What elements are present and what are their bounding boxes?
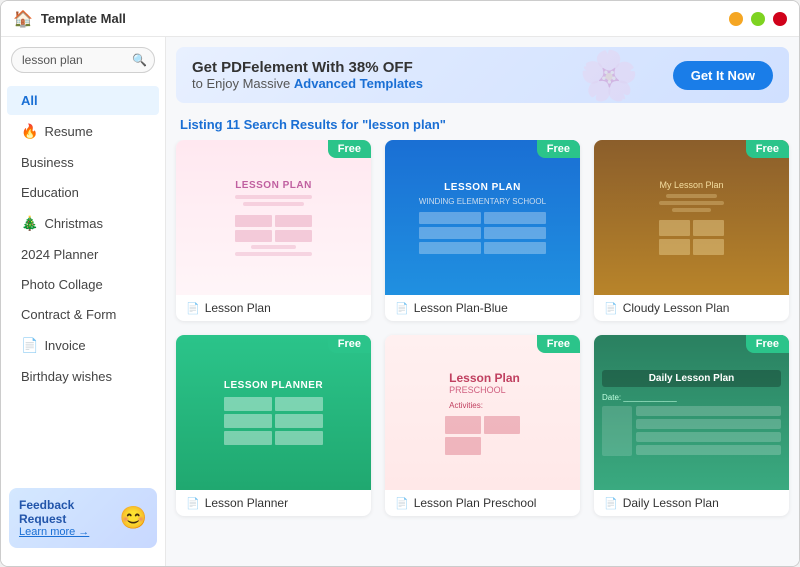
sidebar-item-christmas[interactable]: 🎄 Christmas (7, 208, 159, 239)
template-card-6[interactable]: Daily Lesson Plan Date: ____________ (594, 335, 789, 516)
card-image-2: LESSON PLAN WINDING ELEMENTARY SCHOOL (385, 140, 580, 295)
maximize-button[interactable] (751, 12, 765, 26)
preview-lesson-plan: LESSON PLAN (176, 140, 371, 295)
christmas-label: Christmas (44, 216, 103, 231)
template-name-4: Lesson Planner (205, 496, 288, 510)
card-image-3: My Lesson Plan (594, 140, 789, 295)
template-name-2: Lesson Plan-Blue (414, 301, 508, 315)
sidebar-item-education[interactable]: Education (7, 178, 159, 207)
card-label-3: 📄 Cloudy Lesson Plan (594, 295, 789, 321)
card-label-2: 📄 Lesson Plan-Blue (385, 295, 580, 321)
window-controls (729, 12, 787, 26)
pdf-icon-1: 📄 (186, 302, 200, 315)
preview-cloudy-lesson-plan: My Lesson Plan (594, 140, 789, 295)
invoice-label: Invoice (44, 338, 85, 353)
template-card-5[interactable]: Lesson Plan PRESCHOOL Activities: Fre (385, 335, 580, 516)
banner-main-text: Get PDFelement With 38% OFF to Enjoy Mas… (192, 59, 423, 91)
sidebar-item-photo-collage[interactable]: Photo Collage (7, 270, 159, 299)
banner: Get PDFelement With 38% OFF to Enjoy Mas… (176, 47, 789, 103)
title-bar-left: 🏠 Template Mall (13, 9, 126, 29)
template-name-1: Lesson Plan (205, 301, 271, 315)
banner-text-block: Get PDFelement With 38% OFF to Enjoy Mas… (192, 59, 423, 91)
free-badge-2: Free (537, 140, 580, 158)
sidebar: 🔍 All 🔥 Resume Business Education � (1, 37, 166, 566)
template-name-5: Lesson Plan Preschool (414, 496, 537, 510)
card-image-4: LESSON PLANNER (176, 335, 371, 490)
results-query: "lesson plan" (362, 117, 446, 132)
pdf-icon-4: 📄 (186, 497, 200, 510)
app-title: Template Mall (41, 11, 126, 26)
minimize-button[interactable] (729, 12, 743, 26)
content-area: Get PDFelement With 38% OFF to Enjoy Mas… (166, 37, 799, 566)
card-label-6: 📄 Daily Lesson Plan (594, 490, 789, 516)
template-card-3[interactable]: My Lesson Plan (594, 140, 789, 321)
search-box: 🔍 (11, 47, 155, 73)
free-badge-6: Free (746, 335, 789, 353)
free-badge-3: Free (746, 140, 789, 158)
free-badge-4: Free (328, 335, 371, 353)
app-window: 🏠 Template Mall 🔍 All 🔥 (0, 0, 800, 567)
all-label: All (21, 93, 38, 108)
photo-collage-label: Photo Collage (21, 277, 103, 292)
pdf-icon-2: 📄 (395, 302, 409, 315)
resume-icon: 🔥 (21, 123, 38, 140)
template-card-2[interactable]: LESSON PLAN WINDING ELEMENTARY SCHOOL (385, 140, 580, 321)
card-image-5: Lesson Plan PRESCHOOL Activities: Fre (385, 335, 580, 490)
get-it-now-button[interactable]: Get It Now (673, 61, 773, 90)
christmas-icon: 🎄 (21, 215, 38, 232)
feedback-emoji: 😊 (120, 505, 147, 531)
banner-decoration: 🌸 (579, 47, 659, 103)
card-image-1: LESSON PLAN (176, 140, 371, 295)
sidebar-item-all[interactable]: All (7, 86, 159, 115)
pdf-icon-6: 📄 (604, 497, 618, 510)
preview-lesson-planner: LESSON PLANNER (176, 335, 371, 490)
card-label-1: 📄 Lesson Plan (176, 295, 371, 321)
sidebar-item-birthday[interactable]: Birthday wishes (7, 362, 159, 391)
results-count-text: Listing 11 Search Results for (180, 117, 358, 132)
planner-label: 2024 Planner (21, 247, 98, 262)
feedback-link[interactable]: Learn more → (19, 526, 114, 538)
banner-subtext: to Enjoy Massive Advanced Templates (192, 76, 423, 91)
feedback-title: Feedback Request (19, 498, 74, 526)
template-name-3: Cloudy Lesson Plan (623, 301, 730, 315)
nav-items: All 🔥 Resume Business Education 🎄 Christ… (1, 85, 165, 480)
preview-daily-lesson-plan: Daily Lesson Plan Date: ____________ (594, 335, 789, 490)
template-grid: LESSON PLAN (166, 140, 799, 566)
pdf-icon-3: 📄 (604, 302, 618, 315)
pdf-icon-5: 📄 (395, 497, 409, 510)
card-label-4: 📄 Lesson Planner (176, 490, 371, 516)
sidebar-item-invoice[interactable]: 📄 Invoice (7, 330, 159, 361)
sidebar-item-resume[interactable]: 🔥 Resume (7, 116, 159, 147)
results-header: Listing 11 Search Results for "lesson pl… (166, 113, 799, 140)
feedback-text-block: Feedback Request Learn more → (19, 498, 114, 538)
preview-preschool: Lesson Plan PRESCHOOL Activities: (385, 335, 580, 490)
feedback-card[interactable]: Feedback Request Learn more → 😊 (9, 488, 157, 548)
card-label-5: 📄 Lesson Plan Preschool (385, 490, 580, 516)
title-bar: 🏠 Template Mall (1, 1, 799, 37)
main-layout: 🔍 All 🔥 Resume Business Education � (1, 37, 799, 566)
sidebar-item-contract[interactable]: Contract & Form (7, 300, 159, 329)
free-badge-1: Free (328, 140, 371, 158)
card-image-6: Daily Lesson Plan Date: ____________ (594, 335, 789, 490)
sidebar-item-business[interactable]: Business (7, 148, 159, 177)
business-label: Business (21, 155, 74, 170)
contract-label: Contract & Form (21, 307, 116, 322)
education-label: Education (21, 185, 79, 200)
free-badge-5: Free (537, 335, 580, 353)
resume-label: Resume (44, 124, 92, 139)
sidebar-item-planner[interactable]: 2024 Planner (7, 240, 159, 269)
invoice-icon: 📄 (21, 337, 38, 354)
close-button[interactable] (773, 12, 787, 26)
app-icon: 🏠 (13, 9, 33, 29)
preview-lesson-plan-blue: LESSON PLAN WINDING ELEMENTARY SCHOOL (385, 140, 580, 295)
birthday-label: Birthday wishes (21, 369, 112, 384)
template-card-4[interactable]: LESSON PLANNER (176, 335, 371, 516)
search-icon[interactable]: 🔍 (132, 53, 147, 67)
template-name-6: Daily Lesson Plan (623, 496, 719, 510)
feedback-title-text: Feedback Request (19, 498, 114, 526)
banner-heading: Get PDFelement With 38% OFF (192, 59, 423, 76)
template-card-1[interactable]: LESSON PLAN (176, 140, 371, 321)
